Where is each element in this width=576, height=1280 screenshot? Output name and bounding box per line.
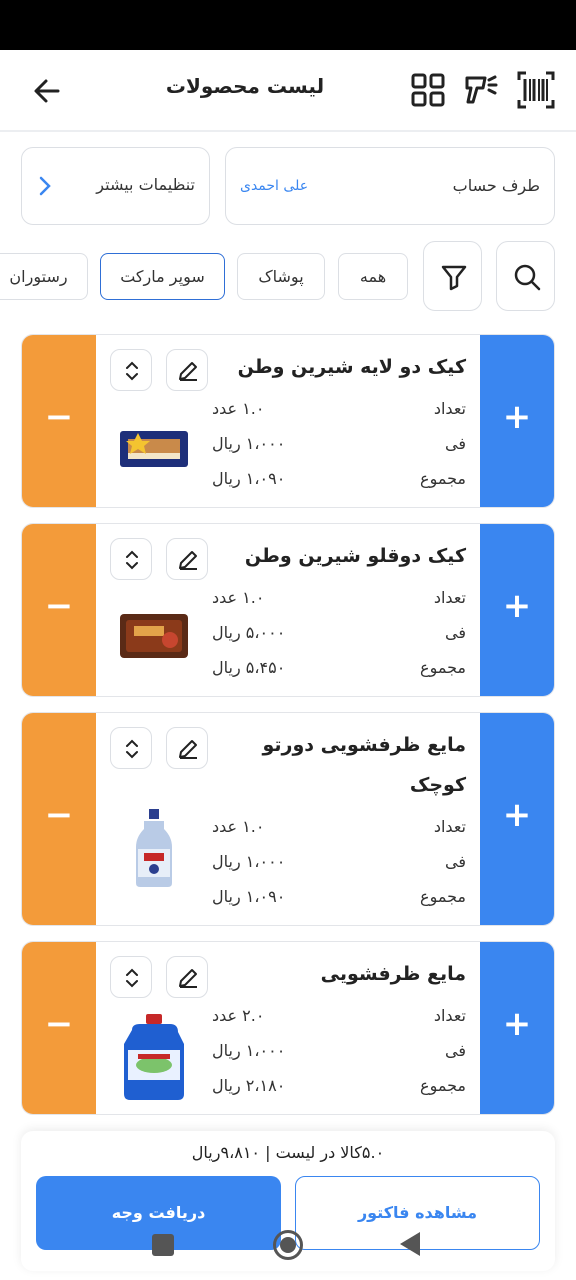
product-name: کیک دو لایه شیرین وطن [237, 356, 466, 378]
total-value: ۱،۰۹۰ ریال [212, 469, 286, 488]
chip-clothing[interactable]: پوشاک [237, 253, 325, 300]
decrease-button[interactable]: − [22, 524, 96, 696]
count-label: تعداد [433, 399, 466, 418]
total-value: ۱،۰۹۰ ریال [212, 887, 286, 906]
product-image [136, 809, 172, 887]
chip-all[interactable]: همه [338, 253, 408, 300]
product-card: − + مایع ظرفشویی تعداد ۲.۰ عدد فی ۱،۰۰۰ … [21, 941, 555, 1115]
app-bar: لیست محصولات [0, 50, 576, 132]
chevron-up-down-icon [126, 550, 138, 570]
total-label: مجموع [420, 658, 466, 677]
increase-button[interactable]: + [480, 335, 554, 507]
chevron-up-down-icon [126, 739, 138, 759]
expand-button[interactable] [110, 349, 152, 391]
total-label: مجموع [420, 887, 466, 906]
chevron-right-icon [39, 176, 51, 196]
total-label: مجموع [420, 469, 466, 488]
product-name: کیک دوقلو شیرین وطن [244, 545, 466, 567]
barcode-icon[interactable] [516, 70, 556, 110]
pencil-icon [179, 969, 197, 988]
back-arrow-icon[interactable] [28, 72, 66, 110]
count-label: تعداد [433, 588, 466, 607]
edit-button[interactable] [166, 956, 208, 998]
account-label: طرف حساب [452, 176, 540, 195]
expand-button[interactable] [110, 538, 152, 580]
product-image [120, 614, 188, 658]
product-card: − + کیک دوقلو شیرین وطن تعداد ۱.۰ عدد فی… [21, 523, 555, 697]
total-value: ۲،۱۸۰ ریال [212, 1076, 286, 1095]
filter-icon [441, 265, 467, 291]
total-value: ۵،۴۵۰ ریال [212, 658, 286, 677]
expand-button[interactable] [110, 727, 152, 769]
unit-price-value: ۱،۰۰۰ ریال [212, 434, 286, 453]
product-name: مایع ظرفشویی دورتو کوچک [262, 734, 466, 796]
edit-button[interactable] [166, 538, 208, 580]
decrease-button[interactable]: − [22, 335, 96, 507]
filter-button[interactable] [423, 241, 482, 311]
count-value: ۲.۰ عدد [212, 1006, 265, 1025]
total-label: مجموع [420, 1076, 466, 1095]
edit-button[interactable] [166, 349, 208, 391]
edit-button[interactable] [166, 727, 208, 769]
count-value: ۱.۰ عدد [212, 399, 265, 418]
search-icon [514, 264, 541, 291]
page-title: لیست محصولات [165, 74, 325, 98]
product-image [124, 1014, 184, 1100]
grid-icon[interactable] [408, 70, 448, 110]
unit-price-label: فی [445, 852, 466, 871]
increase-button[interactable]: + [480, 713, 554, 925]
count-label: تعداد [433, 817, 466, 836]
recent-apps-icon[interactable] [152, 1234, 174, 1256]
count-label: تعداد [433, 1006, 466, 1025]
chevron-up-down-icon [126, 968, 138, 988]
more-settings-label: تنظیمات بیشتر [96, 175, 195, 194]
cart-summary: ۵.۰کالا در لیست | ۹،۸۱۰ریال [191, 1143, 385, 1162]
status-bar [0, 0, 576, 50]
pencil-icon [179, 362, 197, 381]
product-name: مایع ظرفشویی [320, 963, 466, 985]
pencil-icon [179, 740, 197, 759]
increase-button[interactable]: + [480, 524, 554, 696]
chip-restaurant[interactable]: رستوران [0, 253, 88, 300]
more-settings-button[interactable]: تنظیمات بیشتر [21, 147, 210, 225]
count-value: ۱.۰ عدد [212, 817, 265, 836]
unit-price-value: ۱،۰۰۰ ریال [212, 852, 286, 871]
product-card: − + کیک دو لایه شیرین وطن تعداد ۱.۰ عدد … [21, 334, 555, 508]
pencil-icon [179, 551, 197, 570]
expand-button[interactable] [110, 956, 152, 998]
barcode-scanner-icon[interactable] [461, 70, 501, 110]
unit-price-label: فی [445, 623, 466, 642]
account-value: علی احمدی [240, 178, 309, 194]
system-nav-bar [0, 1226, 576, 1266]
unit-price-value: ۵،۰۰۰ ریال [212, 623, 286, 642]
chevron-up-down-icon [126, 361, 138, 381]
decrease-button[interactable]: − [22, 942, 96, 1114]
product-image [120, 431, 188, 467]
count-value: ۱.۰ عدد [212, 588, 265, 607]
unit-price-value: ۱،۰۰۰ ریال [212, 1041, 286, 1060]
chip-supermarket[interactable]: سوپر مارکت [100, 253, 225, 300]
decrease-button[interactable]: − [22, 713, 96, 925]
home-icon[interactable] [273, 1230, 303, 1260]
product-card: − + مایع ظرفشویی دورتو کوچک تعداد ۱.۰ عد… [21, 712, 555, 926]
account-selector[interactable]: طرف حساب علی احمدی [225, 147, 555, 225]
search-button[interactable] [496, 241, 555, 311]
back-triangle-icon[interactable] [400, 1232, 420, 1256]
unit-price-label: فی [445, 434, 466, 453]
increase-button[interactable]: + [480, 942, 554, 1114]
unit-price-label: فی [445, 1041, 466, 1060]
